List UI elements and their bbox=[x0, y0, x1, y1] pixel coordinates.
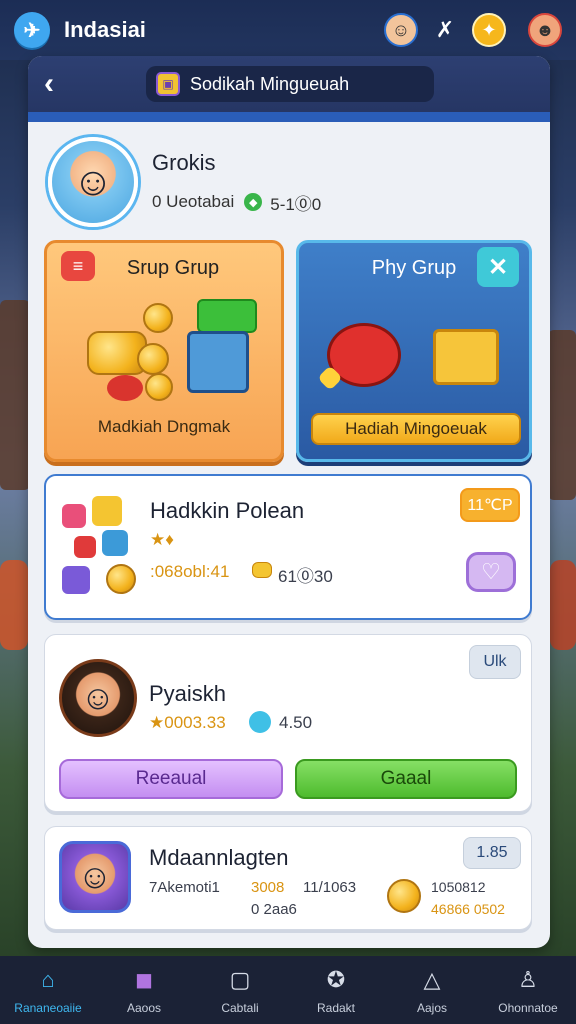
list-card-title: Hadkkin Polean bbox=[150, 498, 305, 523]
rewards-panel: ‹ ▣ Sodikah Mingueuah ☺ Grokis 0 Ueotaba… bbox=[28, 56, 550, 948]
player-avatar-icon[interactable]: ☺ bbox=[384, 13, 418, 47]
list-card-amount: 61⓪30 bbox=[278, 567, 333, 586]
profile-face-icon[interactable]: ☻ bbox=[528, 13, 562, 47]
header-title: Sodikah Mingueuah bbox=[190, 73, 350, 94]
coin-icon bbox=[106, 564, 136, 594]
nav-item-warning[interactable]: △ Aajos bbox=[384, 956, 480, 1024]
home-icon: ⌂ bbox=[41, 967, 55, 992]
back-button[interactable]: ‹ bbox=[44, 67, 80, 101]
nav-label: Ohonnatoe bbox=[498, 1001, 558, 1015]
nav-item-badge[interactable]: ✪ Radakt bbox=[288, 956, 384, 1024]
nav-label: Cabtali bbox=[221, 1001, 259, 1015]
nav-item-home[interactable]: ⌂ Rananeoaiie bbox=[0, 956, 96, 1024]
calendar-icon: ▢ bbox=[229, 967, 251, 992]
list-card-amount-gold: ★0003.33 bbox=[149, 713, 226, 732]
coin-icon bbox=[137, 343, 169, 375]
list-card-title: Pyaiskh bbox=[149, 681, 227, 706]
background-character-left bbox=[0, 560, 28, 650]
green-gem-icon: ◆ bbox=[244, 193, 263, 211]
gems-cluster-icon bbox=[62, 496, 142, 596]
stars-icon: ★♦ bbox=[150, 530, 174, 549]
profile-name: Grokis bbox=[152, 149, 216, 175]
pink-gem-icon bbox=[62, 504, 86, 528]
blue-gem-icon bbox=[102, 530, 128, 556]
nav-label: Rananeoaiie bbox=[14, 1001, 82, 1015]
weekly-reward-button[interactable]: Hadiah Mingoeuak bbox=[311, 413, 521, 445]
app-logo-icon[interactable]: ✈ bbox=[14, 12, 50, 48]
chest-icon: ▣ bbox=[156, 72, 180, 96]
gold-gem-icon bbox=[92, 496, 122, 526]
list-card-amount: 4.50 bbox=[279, 713, 313, 732]
background-house-right bbox=[548, 330, 576, 500]
nav-label: Radakt bbox=[316, 1001, 356, 1015]
green-card-icon bbox=[197, 299, 257, 333]
blue-gem-icon bbox=[249, 711, 271, 733]
coin-icon bbox=[387, 879, 421, 913]
purple-gem-icon bbox=[62, 566, 90, 594]
nav-item-user[interactable]: ♙ Ohonnatoe bbox=[480, 956, 576, 1024]
list-card-total: 1050812 bbox=[431, 879, 486, 895]
list-card-subinfo: 0 2aa6 bbox=[251, 901, 297, 918]
cube-icon: ◼ bbox=[134, 967, 154, 992]
group-card-title: Srup Grup bbox=[126, 257, 220, 279]
header-divider bbox=[28, 112, 550, 122]
coin-icon bbox=[145, 373, 173, 401]
group-card-srup[interactable]: ≡ Srup Grup Madkiah Dngmak bbox=[44, 240, 284, 462]
goal-button[interactable]: Gaaal bbox=[295, 759, 517, 799]
list-card-hadkkin[interactable]: Hadkkin Polean ★♦ :068obl:41 61⓪30 11℃P … bbox=[44, 474, 532, 620]
warning-icon: △ bbox=[423, 967, 441, 992]
badge-icon: ✪ bbox=[326, 967, 346, 992]
nav-item-cube[interactable]: ◼ Aaoos bbox=[96, 956, 192, 1024]
nav-label: Aajos bbox=[416, 1001, 448, 1015]
close-icon[interactable]: ✕ bbox=[477, 247, 519, 287]
gold-box-icon bbox=[433, 329, 499, 385]
header-title-pill: ▣ Sodikah Mingueuah bbox=[146, 66, 434, 102]
red-gem-icon bbox=[74, 536, 96, 558]
background-character-right bbox=[550, 560, 576, 650]
list-card-title: Mdaannlagten bbox=[149, 845, 289, 870]
profile-stat-text: 0 Ueotabai bbox=[152, 192, 235, 211]
list-card-amount-gold: :068obl:41 bbox=[150, 562, 230, 581]
top-bar: ✈ Indasiai ☺ ✗ ✦ ☻ bbox=[0, 0, 576, 60]
list-card-date: 11/1063 bbox=[303, 879, 357, 896]
reward-art bbox=[299, 303, 529, 403]
coin-icon bbox=[143, 303, 173, 333]
background-house-left bbox=[0, 300, 30, 490]
nav-item-calendar[interactable]: ▢ Cabtali bbox=[192, 956, 288, 1024]
group-card-label: Madkiah Dngmak bbox=[97, 417, 231, 436]
nav-label: Aaoos bbox=[126, 1001, 162, 1015]
profile-stats: 0 Ueotabai ◆ 5-1⓪0 bbox=[152, 190, 321, 215]
level-tag: 1.85 bbox=[463, 837, 521, 869]
group-card-phy[interactable]: Phy Grup ✕ Hadiah Mingoeuak bbox=[296, 240, 532, 462]
level-tag: 11℃P bbox=[460, 488, 520, 522]
gold-coin-icon[interactable]: ✦ bbox=[472, 13, 506, 47]
panel-header: ‹ ▣ Sodikah Mingueuah bbox=[28, 56, 550, 112]
red-gem-icon bbox=[107, 375, 143, 401]
treasure-art bbox=[47, 299, 281, 403]
player-avatar[interactable]: ☺ bbox=[59, 659, 137, 737]
reward-button[interactable]: Reeaual bbox=[59, 759, 283, 799]
player-avatar[interactable]: ☺ bbox=[59, 841, 131, 913]
favorite-heart-button[interactable]: ♡ bbox=[466, 552, 516, 592]
list-card-bonus: 46866 0502 bbox=[431, 901, 505, 917]
profile-stat-value: 5-1⓪0 bbox=[270, 194, 322, 214]
blue-box-icon bbox=[187, 331, 249, 393]
list-card-pyaiskh[interactable]: ☺ Pyaiskh ★0003.33 4.50 Ulk Reeaual Gaaa… bbox=[44, 634, 532, 812]
bottom-navigation: ⌂ Rananeoaiie ◼ Aaoos ▢ Cabtali ✪ Radakt… bbox=[0, 956, 576, 1024]
list-card-info: 7Akemoti1 bbox=[149, 879, 220, 896]
user-icon: ♙ bbox=[518, 967, 538, 992]
list-card-mdaannlagten[interactable]: ☺ Mdaannlagten 7Akemoti1 3008 11/1063 0 … bbox=[44, 826, 532, 930]
crossed-tools-icon[interactable]: ✗ bbox=[428, 13, 462, 47]
level-tag: Ulk bbox=[469, 645, 521, 679]
profile-avatar[interactable]: ☺ bbox=[48, 137, 138, 227]
list-card-points: 3008 bbox=[251, 879, 285, 896]
app-title: Indasiai bbox=[64, 17, 146, 42]
gold-bar-icon bbox=[252, 562, 272, 578]
profile-section: ☺ Grokis 0 Ueotabai ◆ 5-1⓪0 bbox=[48, 132, 528, 232]
